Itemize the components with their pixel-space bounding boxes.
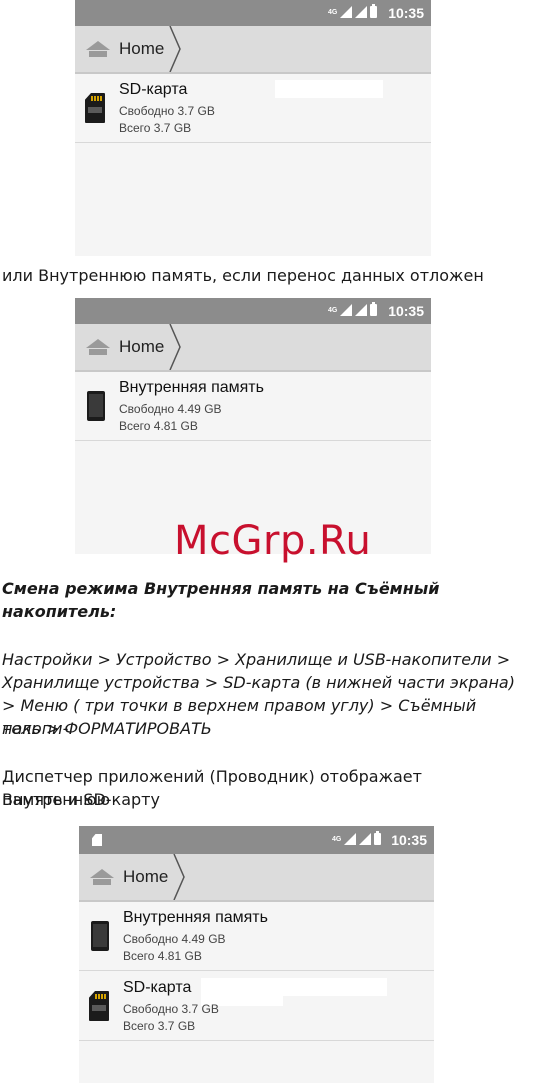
screenshot-both-storages: 4G 10:35 Home Внутренняя память Свободно… bbox=[79, 826, 434, 1083]
breadcrumb-home[interactable]: Home bbox=[123, 867, 168, 887]
breadcrumb-home[interactable]: Home bbox=[119, 39, 164, 59]
list-item[interactable]: Внутренняя память Свободно 4.49 GB Всего… bbox=[79, 900, 434, 971]
status-time: 10:35 bbox=[388, 5, 424, 21]
breadcrumb[interactable]: Home bbox=[75, 324, 431, 372]
screenshot-sd-card: 4G 10:35 Home SD-карта Свободно 3.7 GB В… bbox=[75, 0, 431, 256]
chevron-right-icon bbox=[173, 854, 185, 900]
lte-icon: 4G bbox=[328, 306, 338, 314]
signal-icon bbox=[344, 833, 357, 845]
status-time: 10:35 bbox=[391, 832, 427, 848]
signal-icon bbox=[340, 6, 353, 18]
battery-icon bbox=[370, 302, 378, 316]
status-time: 10:35 bbox=[388, 303, 424, 319]
item-free: Свободно 4.49 GB bbox=[119, 402, 222, 416]
item-total: Всего 3.7 GB bbox=[123, 1019, 196, 1033]
item-title: SD-карта bbox=[123, 979, 192, 996]
home-icon[interactable] bbox=[89, 868, 115, 886]
home-icon[interactable] bbox=[85, 40, 111, 58]
screenshot-internal-memory: 4G 10:35 Home Внутренняя память Свободно… bbox=[75, 298, 431, 554]
instructions-line-2: Хранилище устройства > SD-карта (в нижне… bbox=[2, 673, 515, 692]
item-free: Свободно 3.7 GB bbox=[119, 104, 215, 118]
phone-icon bbox=[91, 921, 109, 951]
redaction-box bbox=[275, 80, 383, 98]
instructions-line-4: тель > ФОРМАТИРОВАТЬ bbox=[2, 719, 212, 738]
signal-icon-2 bbox=[355, 6, 368, 18]
signal-icon-2 bbox=[359, 833, 372, 845]
signal-icon-2 bbox=[355, 304, 368, 316]
battery-icon bbox=[374, 831, 382, 845]
sd-card-notification-icon bbox=[92, 834, 102, 846]
breadcrumb[interactable]: Home bbox=[79, 854, 434, 902]
status-bar: 4G 10:35 bbox=[75, 0, 431, 26]
sd-card-icon bbox=[85, 93, 105, 123]
breadcrumb-home[interactable]: Home bbox=[119, 337, 164, 357]
description-line-2: память и SD-карту bbox=[2, 790, 160, 809]
heading-line-2: накопитель: bbox=[2, 602, 117, 621]
item-total: Всего 3.7 GB bbox=[119, 121, 192, 135]
instructions-line-1: Настройки > Устройство > Хранилище и USB… bbox=[2, 650, 511, 669]
item-title: Внутренняя память bbox=[119, 379, 264, 396]
item-title: Внутренняя память bbox=[123, 909, 268, 926]
sd-card-icon bbox=[89, 991, 109, 1021]
caption-1: или Внутреннюю память, если перенос данн… bbox=[2, 266, 484, 285]
item-total: Всего 4.81 GB bbox=[123, 949, 202, 963]
home-icon[interactable] bbox=[85, 338, 111, 356]
item-total: Всего 4.81 GB bbox=[119, 419, 198, 433]
breadcrumb[interactable]: Home bbox=[75, 26, 431, 74]
item-title: SD-карта bbox=[119, 81, 188, 98]
list-item[interactable]: Внутренняя память Свободно 4.49 GB Всего… bbox=[75, 370, 431, 441]
status-bar: 4G 10:35 bbox=[79, 826, 434, 854]
redaction-box bbox=[201, 978, 387, 996]
status-bar: 4G 10:35 bbox=[75, 298, 431, 324]
battery-icon bbox=[370, 4, 378, 18]
lte-icon: 4G bbox=[328, 8, 338, 16]
watermark: McGrp.Ru bbox=[174, 518, 372, 564]
signal-icon bbox=[340, 304, 353, 316]
chevron-right-icon bbox=[169, 26, 181, 72]
phone-icon bbox=[87, 391, 105, 421]
item-free: Свободно 3.7 GB bbox=[123, 1002, 219, 1016]
list-item[interactable]: SD-карта Свободно 3.7 GB Всего 3.7 GB bbox=[75, 72, 431, 143]
item-free: Свободно 4.49 GB bbox=[123, 932, 226, 946]
list-item[interactable]: SD-карта Свободно 3.7 GB Всего 3.7 GB bbox=[79, 970, 434, 1041]
heading-line-1: Смена режима Внутренняя память на Съёмны… bbox=[2, 579, 440, 598]
lte-icon: 4G bbox=[332, 835, 342, 843]
chevron-right-icon bbox=[169, 324, 181, 370]
